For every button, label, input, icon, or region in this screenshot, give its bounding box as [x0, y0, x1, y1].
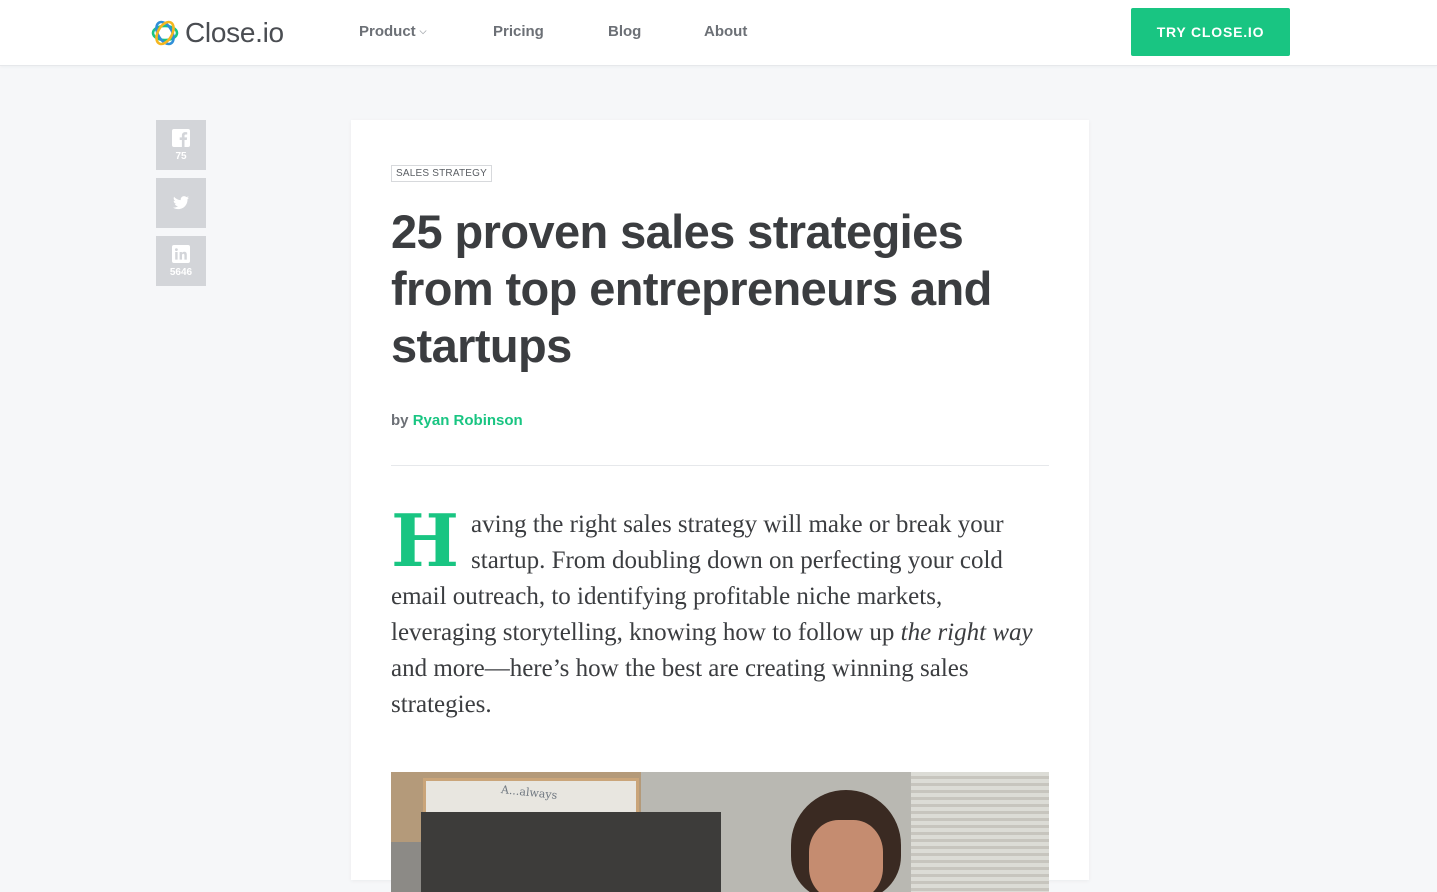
hero-window-blinds — [911, 772, 1049, 892]
divider — [391, 465, 1049, 466]
site-header: Close.io Product ⌵ Pricing Blog About TRY… — [0, 0, 1437, 66]
try-close-button[interactable]: TRY CLOSE.IO — [1131, 8, 1290, 56]
share-facebook-button[interactable]: 75 — [156, 120, 206, 170]
category-tag[interactable]: SALES STRATEGY — [391, 165, 492, 182]
hero-monitor — [421, 812, 721, 892]
nav-product[interactable]: Product ⌵ — [359, 23, 427, 40]
facebook-icon — [172, 128, 190, 147]
chevron-down-icon: ⌵ — [419, 26, 427, 36]
nav-about[interactable]: About — [704, 23, 747, 40]
nav-blog[interactable]: Blog — [608, 23, 641, 40]
linkedin-icon — [172, 244, 190, 263]
share-twitter-button[interactable] — [156, 178, 206, 228]
article-intro: Having the right sales strategy will mak… — [391, 498, 1051, 723]
nav-pricing[interactable]: Pricing — [493, 23, 544, 40]
byline: by Ryan Robinson — [391, 412, 523, 429]
close-io-logo-icon — [151, 20, 179, 46]
linkedin-share-count: 5646 — [169, 266, 193, 278]
site-logo[interactable]: Close.io — [150, 16, 284, 50]
author-link[interactable]: Ryan Robinson — [413, 412, 523, 429]
twitter-icon — [173, 196, 189, 210]
intro-tail: and more—here’s how the best are creatin… — [391, 655, 969, 718]
article-title: 25 proven sales strategies from top entr… — [391, 205, 992, 372]
drop-cap: H — [391, 498, 460, 583]
nav-product-label: Product — [359, 23, 416, 40]
article-card: SALES STRATEGY 25 proven sales strategie… — [351, 120, 1089, 892]
share-linkedin-button[interactable]: 5646 — [156, 236, 206, 286]
facebook-share-count: 75 — [175, 150, 187, 162]
byline-prefix: by — [391, 412, 409, 429]
hero-image: A...always — [391, 772, 1049, 892]
brand-name: Close.io — [185, 17, 284, 48]
intro-emphasis: the right way — [900, 619, 1033, 646]
hero-person-face — [809, 820, 883, 892]
